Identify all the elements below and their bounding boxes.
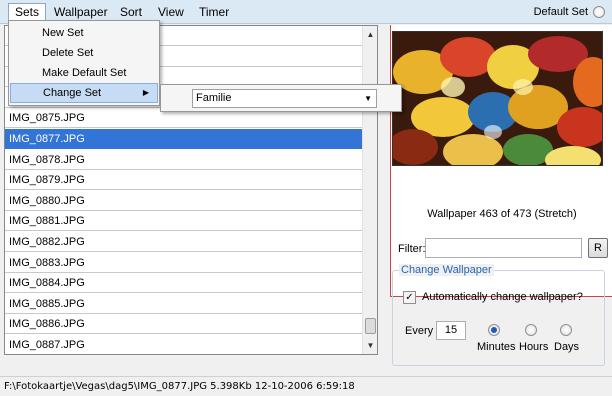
days-radio[interactable] <box>560 324 572 336</box>
menu-new-set[interactable]: New Set <box>10 23 158 43</box>
days-label: Days <box>554 341 580 353</box>
minutes-radio[interactable] <box>488 324 500 336</box>
menu-sets[interactable]: Sets <box>8 3 47 21</box>
minutes-label: Minutes <box>477 341 516 353</box>
scroll-down-icon[interactable]: ▼ <box>363 337 377 354</box>
auto-change-checkbox[interactable]: ✓ <box>403 291 416 304</box>
interval-input[interactable]: 15 <box>436 321 466 340</box>
vertical-scrollbar[interactable]: ▲ ▼ <box>362 26 377 354</box>
submenu-arrow-icon: ▶ <box>142 88 149 97</box>
file-row[interactable]: IMG_0884.JPG <box>5 273 363 294</box>
file-row[interactable]: IMG_0879.JPG <box>5 170 363 191</box>
hours-radio[interactable] <box>525 324 537 336</box>
selected-file-row[interactable]: IMG_0877.JPG <box>5 129 363 149</box>
filter-reset-button[interactable]: R <box>588 238 608 258</box>
scroll-up-icon[interactable]: ▲ <box>363 26 377 43</box>
file-row[interactable]: IMG_0887.JPG <box>5 335 363 354</box>
file-row[interactable]: IMG_0878.JPG <box>5 150 363 170</box>
menu-change-set[interactable]: Change Set ▶ <box>10 83 158 103</box>
status-file-info: F:\Fotokaartje\Vegas\dag5\IMG_0877.JPG 5… <box>4 381 355 392</box>
file-row[interactable]: IMG_0886.JPG <box>5 314 363 335</box>
file-row[interactable]: IMG_0885.JPG <box>5 294 363 314</box>
set-select-value: Familie <box>196 92 232 104</box>
file-row[interactable]: IMG_0881.JPG <box>5 211 363 232</box>
menu-make-default-set[interactable]: Make Default Set <box>10 63 158 83</box>
set-select-dropdown[interactable]: Familie ▼ <box>192 89 377 108</box>
default-set-label: Default Set <box>533 6 588 18</box>
scroll-thumb[interactable] <box>365 318 376 334</box>
file-row[interactable]: IMG_0882.JPG <box>5 232 363 252</box>
file-row[interactable]: IMG_0883.JPG <box>5 253 363 273</box>
menu-sort[interactable]: Sort <box>114 3 148 21</box>
filter-label: Filter: <box>398 243 426 255</box>
file-row[interactable]: IMG_0880.JPG <box>5 191 363 211</box>
change-set-submenu: Familie ▼ <box>160 84 402 112</box>
hours-label: Hours <box>519 341 549 353</box>
wallpaper-preview-image <box>392 31 603 166</box>
glass-flowers-picture <box>393 32 602 165</box>
status-bar: F:\Fotokaartje\Vegas\dag5\IMG_0877.JPG 5… <box>0 376 612 396</box>
preview-panel: Wallpaper 463 of 473 (Stretch) Filter: R <box>390 25 612 297</box>
menu-change-set-label: Change Set <box>43 87 102 99</box>
every-label: Every <box>405 325 434 337</box>
menu-wallpaper[interactable]: Wallpaper <box>48 3 114 21</box>
filter-input[interactable] <box>425 238 582 258</box>
auto-change-label: Automatically change wallpaper? <box>422 291 583 303</box>
default-set-radio[interactable] <box>593 6 605 18</box>
change-wallpaper-group: Change Wallpaper ✓ Automatically change … <box>392 264 605 366</box>
menu-delete-set[interactable]: Delete Set <box>10 43 158 63</box>
change-wallpaper-legend: Change Wallpaper <box>399 264 494 276</box>
wallpaper-info: Wallpaper 463 of 473 (Stretch) <box>427 208 577 220</box>
menu-timer[interactable]: Timer <box>193 3 235 21</box>
menu-view[interactable]: View <box>152 3 190 21</box>
sets-dropdown-menu: New Set Delete Set Make Default Set Chan… <box>8 20 160 106</box>
dropdown-arrow-icon[interactable]: ▼ <box>364 90 372 107</box>
